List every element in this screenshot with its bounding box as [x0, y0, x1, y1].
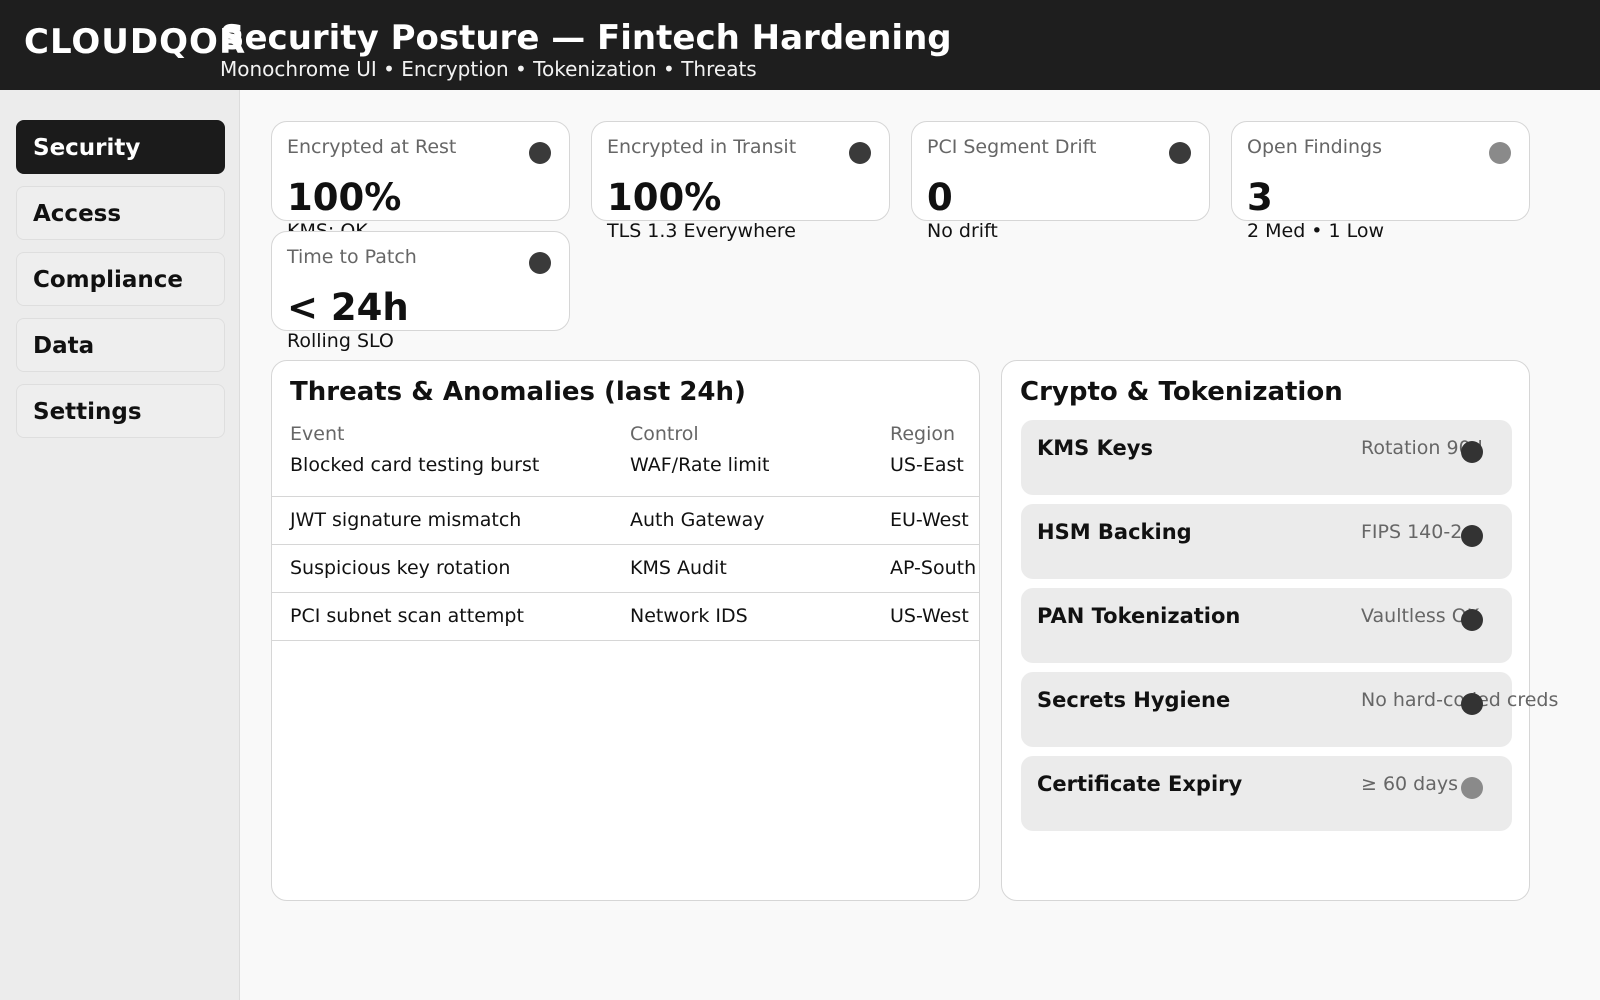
kpi-subtext: No drift: [927, 220, 998, 242]
kpi-value: 100%: [287, 176, 402, 219]
crypto-item-name: HSM Backing: [1037, 520, 1192, 544]
sidebar-item-data[interactable]: Data: [16, 318, 225, 372]
kpi-label: Encrypted in Transit: [607, 136, 797, 158]
brand-logo: CLOUDQOR: [24, 22, 247, 62]
table-row[interactable]: Blocked card testing burst WAF/Rate limi…: [272, 449, 980, 497]
status-dot-icon: [1461, 777, 1483, 799]
column-header-control: Control: [630, 423, 699, 445]
crypto-panel-title: Crypto & Tokenization: [1020, 377, 1343, 407]
sidebar: Security Access Compliance Data Settings: [0, 90, 240, 1000]
column-header-region: Region: [890, 423, 956, 445]
event-cell: Blocked card testing burst: [290, 454, 540, 476]
status-dot-icon: [529, 142, 551, 164]
region-cell: AP-South: [890, 557, 977, 579]
column-header-event: Event: [290, 423, 345, 445]
status-dot-icon: [1461, 609, 1483, 631]
kpi-value: 3: [1247, 176, 1273, 219]
crypto-item-status: No hard-coded creds: [1361, 689, 1559, 711]
kpi-subtext: TLS 1.3 Everywhere: [607, 220, 796, 242]
crypto-item-status: FIPS 140-2: [1361, 521, 1463, 543]
status-dot-icon: [849, 142, 871, 164]
status-dot-icon: [1489, 142, 1511, 164]
region-cell: US-East: [890, 454, 964, 476]
threats-panel: Threats & Anomalies (last 24h) Event Con…: [271, 360, 980, 901]
crypto-item-name: KMS Keys: [1037, 436, 1153, 460]
crypto-item-certificate-expiry[interactable]: Certificate Expiry ≥ 60 days: [1021, 756, 1512, 831]
control-cell: Auth Gateway: [630, 509, 765, 531]
crypto-item-status: ≥ 60 days: [1361, 773, 1459, 795]
page-subtitle: Monochrome UI • Encryption • Tokenizatio…: [220, 57, 757, 81]
crypto-item-kms-keys[interactable]: KMS Keys Rotation 90d: [1021, 420, 1512, 495]
top-bar: CLOUDQOR Security Posture — Fintech Hard…: [0, 0, 1600, 90]
kpi-value: < 24h: [287, 286, 409, 329]
control-cell: WAF/Rate limit: [630, 454, 770, 476]
kpi-card-time-to-patch: Time to Patch < 24h Rolling SLO: [271, 231, 570, 352]
kpi-card-encrypted-in-transit: Encrypted in Transit 100% TLS 1.3 Everyw…: [591, 121, 890, 242]
table-row[interactable]: JWT signature mismatch Auth Gateway EU-W…: [272, 497, 980, 545]
crypto-item-pan-tokenization[interactable]: PAN Tokenization Vaultless OK: [1021, 588, 1512, 663]
event-cell: JWT signature mismatch: [290, 509, 522, 531]
threats-panel-title: Threats & Anomalies (last 24h): [290, 377, 746, 407]
control-cell: Network IDS: [630, 605, 748, 627]
status-dot-icon: [1169, 142, 1191, 164]
crypto-item-name: Secrets Hygiene: [1037, 688, 1231, 712]
control-cell: KMS Audit: [630, 557, 727, 579]
region-cell: EU-West: [890, 509, 969, 531]
sidebar-item-access[interactable]: Access: [16, 186, 225, 240]
status-dot-icon: [1461, 441, 1483, 463]
kpi-label: PCI Segment Drift: [927, 136, 1097, 158]
sidebar-item-security[interactable]: Security: [16, 120, 225, 174]
crypto-item-secrets-hygiene[interactable]: Secrets Hygiene No hard-coded creds: [1021, 672, 1558, 747]
table-row[interactable]: PCI subnet scan attempt Network IDS US-W…: [272, 593, 980, 641]
kpi-subtext: 2 Med • 1 Low: [1247, 220, 1385, 242]
sidebar-item-compliance[interactable]: Compliance: [16, 252, 225, 306]
kpi-label: Encrypted at Rest: [287, 136, 457, 158]
status-dot-icon: [529, 252, 551, 274]
kpi-card-pci-segment-drift: PCI Segment Drift 0 No drift: [911, 121, 1210, 242]
kpi-card-open-findings: Open Findings 3 2 Med • 1 Low: [1231, 121, 1530, 242]
event-cell: Suspicious key rotation: [290, 557, 511, 579]
status-dot-icon: [1461, 693, 1483, 715]
table-row[interactable]: Suspicious key rotation KMS Audit AP-Sou…: [272, 545, 980, 593]
page-title: Security Posture — Fintech Hardening: [220, 18, 952, 58]
kpi-value: 100%: [607, 176, 722, 219]
crypto-item-hsm-backing[interactable]: HSM Backing FIPS 140-2: [1021, 504, 1512, 579]
kpi-label: Time to Patch: [287, 246, 417, 268]
kpi-label: Open Findings: [1247, 136, 1382, 158]
crypto-panel: Crypto & Tokenization KMS Keys Rotation …: [1001, 360, 1558, 901]
crypto-item-name: PAN Tokenization: [1037, 604, 1241, 628]
kpi-subtext: Rolling SLO: [287, 330, 394, 352]
kpi-card-encrypted-at-rest: Encrypted at Rest 100% KMS: OK: [271, 121, 570, 234]
event-cell: PCI subnet scan attempt: [290, 605, 524, 627]
status-dot-icon: [1461, 525, 1483, 547]
crypto-item-name: Certificate Expiry: [1037, 772, 1243, 796]
region-cell: US-West: [890, 605, 969, 627]
sidebar-item-settings[interactable]: Settings: [16, 384, 225, 438]
kpi-value: 0: [927, 176, 953, 219]
